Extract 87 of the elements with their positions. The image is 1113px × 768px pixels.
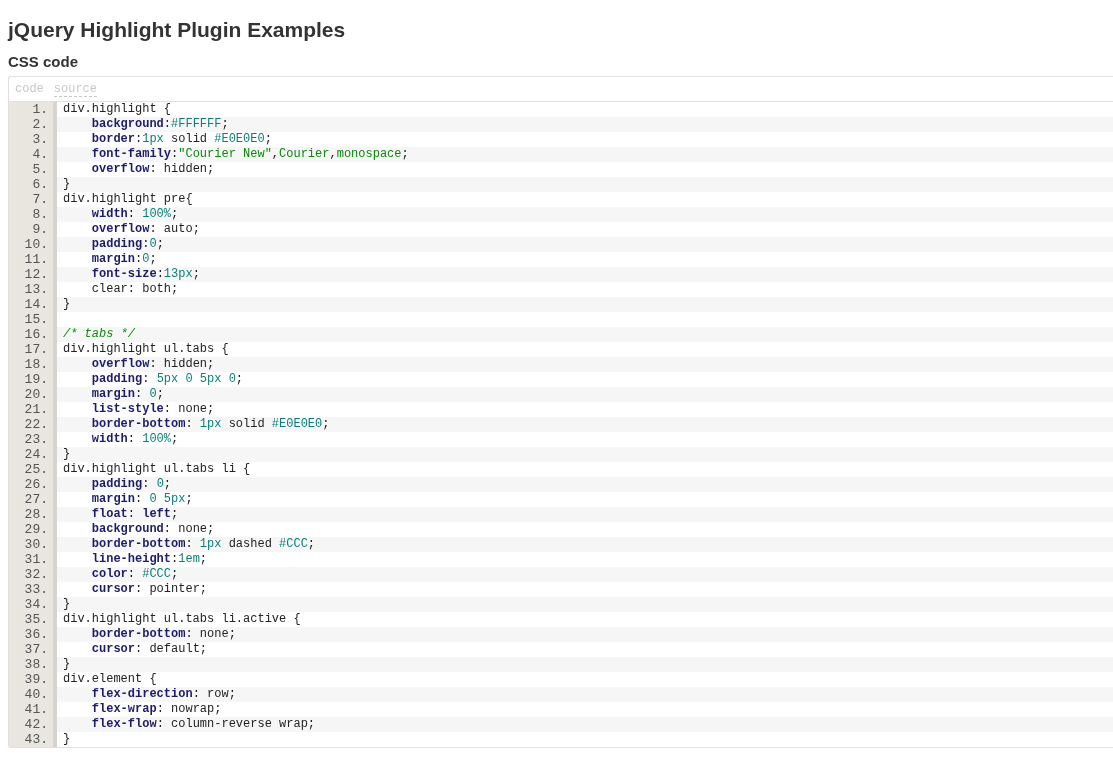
line-number: 14. — [24, 297, 48, 312]
code-line: div.highlight pre{ — [63, 192, 193, 206]
code-line: font-family:"Courier New",Courier,monospace; — [90, 147, 409, 161]
line-number: 42. — [24, 717, 48, 732]
line-number: 21. — [24, 402, 48, 417]
line-number: 37. — [24, 642, 48, 657]
code-line: overflow: hidden; — [90, 162, 215, 176]
line-number: 43. — [24, 732, 48, 747]
line-number: 16. — [24, 327, 48, 342]
line-number: 8. — [32, 207, 48, 222]
code-line: float: left; — [90, 507, 179, 521]
section-heading: CSS code — [8, 52, 79, 72]
line-number: 35. — [24, 612, 48, 627]
line-number: 5. — [32, 162, 48, 177]
code-line: background:#FFFFFF; — [90, 117, 229, 131]
line-number: 41. — [24, 702, 48, 717]
code-line: margin:0; — [90, 252, 157, 266]
code-line: flex-flow: column-reverse wrap; — [90, 717, 316, 731]
code-line: overflow: hidden; — [90, 357, 215, 371]
line-number: 38. — [24, 657, 48, 672]
code-line: border-bottom: none; — [90, 627, 236, 641]
code-line: overflow: auto; — [90, 222, 200, 236]
code-line: margin: 0 5px; — [90, 492, 193, 506]
code-line: } — [63, 657, 71, 671]
line-number: 6. — [32, 177, 48, 192]
line-number: 34. — [24, 597, 48, 612]
code-line: flex-wrap: nowrap; — [90, 702, 222, 716]
code-line: div.highlight ul.tabs li { — [63, 462, 251, 476]
line-number: 26. — [24, 477, 48, 492]
line-number: 13. — [24, 282, 48, 297]
line-number: 19. — [24, 372, 48, 387]
line-number: 1. — [32, 102, 48, 117]
code-line: } — [63, 732, 71, 746]
line-number: 27. — [24, 492, 48, 507]
line-number: 22. — [24, 417, 48, 432]
line-number: 31. — [24, 552, 48, 567]
line-number: 30. — [24, 537, 48, 552]
code-line: font-size:13px; — [90, 267, 200, 281]
code-line: margin: 0; — [90, 387, 164, 401]
line-number: 17. — [24, 342, 48, 357]
page-title: jQuery Highlight Plugin Examples — [8, 17, 346, 43]
code-line: width: 100%; — [90, 207, 179, 221]
line-number: 24. — [24, 447, 48, 462]
line-number: 23. — [24, 432, 48, 447]
code-line: div.element { — [63, 672, 157, 686]
line-number: 33. — [24, 582, 48, 597]
code-line: div.highlight ul.tabs { — [63, 342, 229, 356]
code-line: div.highlight ul.tabs li.active { — [63, 612, 301, 626]
line-number: 39. — [24, 672, 48, 687]
line-number: 2. — [32, 117, 48, 132]
line-number: 11. — [24, 252, 48, 267]
code-line: padding: 0; — [90, 477, 172, 491]
line-number: 7. — [32, 192, 48, 207]
code-line: flex-direction: row; — [90, 687, 236, 701]
code-line: color: #CCC; — [90, 567, 179, 581]
code-line: cursor: default; — [90, 642, 208, 656]
line-number: 25. — [24, 462, 48, 477]
line-number: 15. — [24, 312, 48, 327]
line-number: 18. — [24, 357, 48, 372]
code-comment: /* tabs */ — [63, 327, 135, 341]
code-line: width: 100%; — [90, 432, 179, 446]
line-number: 12. — [24, 267, 48, 282]
code-line: border-bottom: 1px dashed #CCC; — [90, 537, 316, 551]
line-number: 9. — [32, 222, 48, 237]
line-number: 40. — [24, 687, 48, 702]
line-number: 32. — [24, 567, 48, 582]
code-line: cursor: pointer; — [90, 582, 208, 596]
line-number: 28. — [24, 507, 48, 522]
line-number: 4. — [32, 147, 48, 162]
line-number: 36. — [24, 627, 48, 642]
code-line: div.highlight { — [63, 102, 172, 116]
code-line: background: none; — [90, 522, 215, 536]
code-line: padding: 5px 0 5px 0; — [90, 372, 244, 386]
code-line: line-height:1em; — [90, 552, 208, 566]
code-line: } — [63, 177, 71, 191]
code-line: } — [63, 297, 71, 311]
code-line: } — [63, 597, 71, 611]
line-number: 3. — [32, 132, 48, 147]
line-number: 10. — [24, 237, 48, 252]
code-line: border:1px solid #E0E0E0; — [90, 132, 272, 146]
line-number: 29. — [24, 522, 48, 537]
code-line: } — [63, 447, 71, 461]
code-line: border-bottom: 1px solid #E0E0E0; — [90, 417, 330, 431]
code-line: clear: both; — [90, 282, 179, 296]
line-number: 20. — [24, 387, 48, 402]
code-line: list-style: none; — [90, 402, 215, 416]
code-line: padding:0; — [90, 237, 164, 251]
